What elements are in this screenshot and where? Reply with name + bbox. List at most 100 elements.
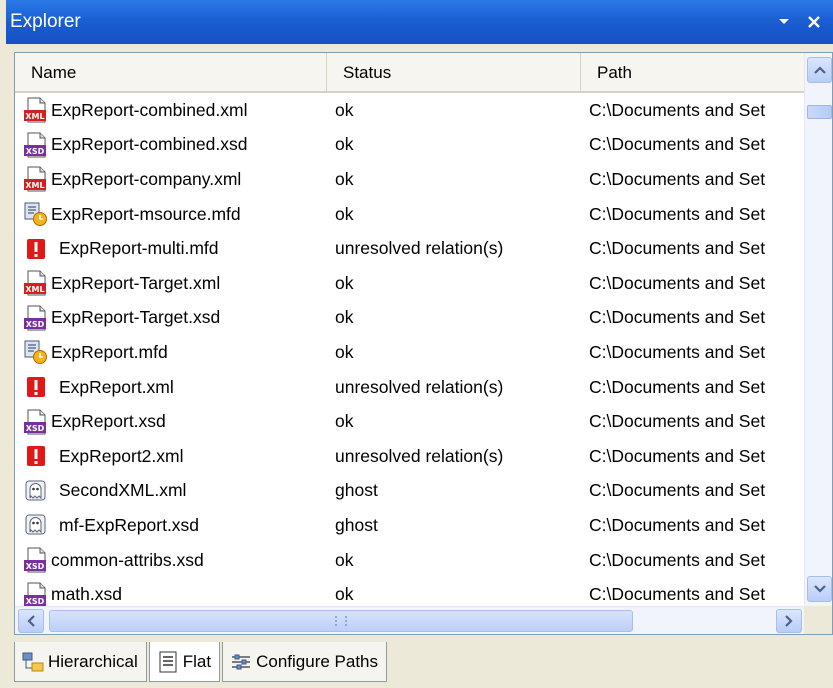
svg-text:XSD: XSD <box>26 562 45 571</box>
file-name: ExpReport-Target.xsd <box>51 307 221 328</box>
file-name: ExpReport.xsd <box>51 411 166 432</box>
file-name: mf-ExpReport.xsd <box>59 514 200 535</box>
table-row[interactable]: XML ExpReport-combined.xml ok C:\Documen… <box>15 93 804 128</box>
row-path-cell: C:\Documents and Set <box>589 445 766 466</box>
mfd-file-icon <box>23 339 49 365</box>
scroll-up-button[interactable] <box>807 57 832 83</box>
table-row[interactable]: XSD ExpReport-Target.xsd ok C:\Documents… <box>15 301 804 336</box>
file-name: ExpReport.mfd <box>51 341 168 362</box>
scroll-down-button[interactable] <box>807 576 832 602</box>
xml-file-icon: XML <box>23 166 49 192</box>
horizontal-scroll-thumb[interactable] <box>49 610 633 632</box>
file-name: common-attribs.xsd <box>51 549 204 570</box>
scroll-right-button[interactable] <box>776 609 802 633</box>
table-row[interactable]: mf-ExpReport.xsd ghost C:\Documents and … <box>15 508 804 543</box>
row-name-cell[interactable]: ExpReport2.xml <box>15 443 327 469</box>
file-name: ExpReport.xml <box>59 376 174 397</box>
table-row[interactable]: ExpReport-msource.mfd ok C:\Documents an… <box>15 197 804 232</box>
vertical-scrollbar[interactable] <box>804 53 832 606</box>
row-status-cell: ok <box>335 549 354 570</box>
error-icon <box>23 374 49 400</box>
row-path-cell: C:\Documents and Set <box>589 549 766 570</box>
row-name-cell[interactable]: ExpReport-msource.mfd <box>15 201 327 227</box>
row-name-cell[interactable]: SecondXML.xml <box>15 478 327 504</box>
row-name-cell[interactable]: XML ExpReport-combined.xml <box>15 97 327 123</box>
row-path-cell: C:\Documents and Set <box>589 411 766 432</box>
row-path-cell: C:\Documents and Set <box>589 134 766 155</box>
row-name-cell[interactable]: XSD ExpReport-combined.xsd <box>15 132 327 158</box>
table-row[interactable]: ExpReport-multi.mfd unresolved relation(… <box>15 231 804 266</box>
file-name: math.xsd <box>51 584 122 605</box>
row-status-cell: ghost <box>335 480 378 501</box>
table-row[interactable]: SecondXML.xml ghost C:\Documents and Set <box>15 474 804 509</box>
hierarchical-icon <box>21 651 45 673</box>
row-name-cell[interactable]: ExpReport-multi.mfd <box>15 236 327 262</box>
close-icon[interactable] <box>803 11 825 33</box>
xsd-file-icon: XSD <box>23 132 49 158</box>
svg-text:XSD: XSD <box>26 597 45 606</box>
tab-configure-paths[interactable]: Configure Paths <box>222 642 387 682</box>
tab-label: Configure Paths <box>256 651 378 671</box>
row-path-cell: C:\Documents and Set <box>589 99 766 120</box>
row-name-cell[interactable]: XSD ExpReport-Target.xsd <box>15 305 327 331</box>
row-name-cell[interactable]: ExpReport.xml <box>15 374 327 400</box>
xsd-file-icon: XSD <box>23 582 49 608</box>
grip-icon <box>335 616 347 626</box>
row-status-cell: unresolved relation(s) <box>335 238 504 259</box>
file-name: SecondXML.xml <box>59 480 187 501</box>
table-row[interactable]: XML ExpReport-Target.xml ok C:\Documents… <box>15 266 804 301</box>
table-row[interactable]: XSD ExpReport-combined.xsd ok C:\Documen… <box>15 128 804 163</box>
tab-flat[interactable]: Flat <box>148 642 221 682</box>
svg-text:XSD: XSD <box>26 147 45 156</box>
column-header-path[interactable]: Path <box>581 53 804 93</box>
row-name-cell[interactable]: XSD common-attribs.xsd <box>15 547 327 573</box>
chevron-left-icon <box>27 615 35 627</box>
explorer-window: Explorer Name Status Path XML ExpReport-… <box>0 0 833 688</box>
title-bar[interactable]: Explorer <box>6 0 833 44</box>
column-header-status[interactable]: Status <box>327 53 581 93</box>
row-status-cell: ok <box>335 134 354 155</box>
ghost-icon <box>23 512 49 538</box>
column-header-name[interactable]: Name <box>15 53 327 93</box>
table-row[interactable]: ExpReport.mfd ok C:\Documents and Set <box>15 335 804 370</box>
table-row[interactable]: ExpReport.xml unresolved relation(s) C:\… <box>15 370 804 405</box>
row-path-cell: C:\Documents and Set <box>589 376 766 397</box>
ghost-icon <box>23 478 49 504</box>
table-row[interactable]: XSD ExpReport.xsd ok C:\Documents and Se… <box>15 404 804 439</box>
chevron-right-icon <box>785 615 793 627</box>
row-status-cell: ok <box>335 168 354 189</box>
error-icon <box>23 236 49 262</box>
row-name-cell[interactable]: ExpReport.mfd <box>15 339 327 365</box>
row-name-cell[interactable]: mf-ExpReport.xsd <box>15 512 327 538</box>
row-path-cell: C:\Documents and Set <box>589 480 766 501</box>
row-path-cell: C:\Documents and Set <box>589 584 766 605</box>
dropdown-icon[interactable] <box>773 11 795 33</box>
table-row[interactable]: XSD common-attribs.xsd ok C:\Documents a… <box>15 543 804 578</box>
row-status-cell: ok <box>335 584 354 605</box>
row-name-cell[interactable]: XSD math.xsd <box>15 582 327 608</box>
row-path-cell: C:\Documents and Set <box>589 307 766 328</box>
table-row[interactable]: XML ExpReport-company.xml ok C:\Document… <box>15 162 804 197</box>
tab-hierarchical[interactable]: Hierarchical <box>14 642 147 682</box>
row-name-cell[interactable]: XSD ExpReport.xsd <box>15 409 327 435</box>
file-name: ExpReport-multi.mfd <box>59 238 219 259</box>
scroll-left-button[interactable] <box>18 609 44 633</box>
row-name-cell[interactable]: XML ExpReport-Target.xml <box>15 270 327 296</box>
row-status-cell: unresolved relation(s) <box>335 376 504 397</box>
file-name: ExpReport-company.xml <box>51 168 242 189</box>
row-status-cell: ok <box>335 307 354 328</box>
table-row[interactable]: ExpReport2.xml unresolved relation(s) C:… <box>15 439 804 474</box>
svg-text:XSD: XSD <box>26 320 45 329</box>
file-name: ExpReport2.xml <box>59 445 184 466</box>
vertical-scroll-thumb[interactable] <box>807 105 832 119</box>
file-rows: XML ExpReport-combined.xml ok C:\Documen… <box>15 93 804 612</box>
xsd-file-icon: XSD <box>23 305 49 331</box>
tab-label: Flat <box>182 651 212 671</box>
row-status-cell: ok <box>335 272 354 293</box>
column-header: Name Status Path <box>15 53 804 93</box>
horizontal-scrollbar[interactable] <box>15 606 804 634</box>
chevron-up-icon <box>813 66 826 74</box>
row-name-cell[interactable]: XML ExpReport-company.xml <box>15 166 327 192</box>
mfd-file-icon <box>23 201 49 227</box>
file-name: ExpReport-msource.mfd <box>51 203 241 224</box>
